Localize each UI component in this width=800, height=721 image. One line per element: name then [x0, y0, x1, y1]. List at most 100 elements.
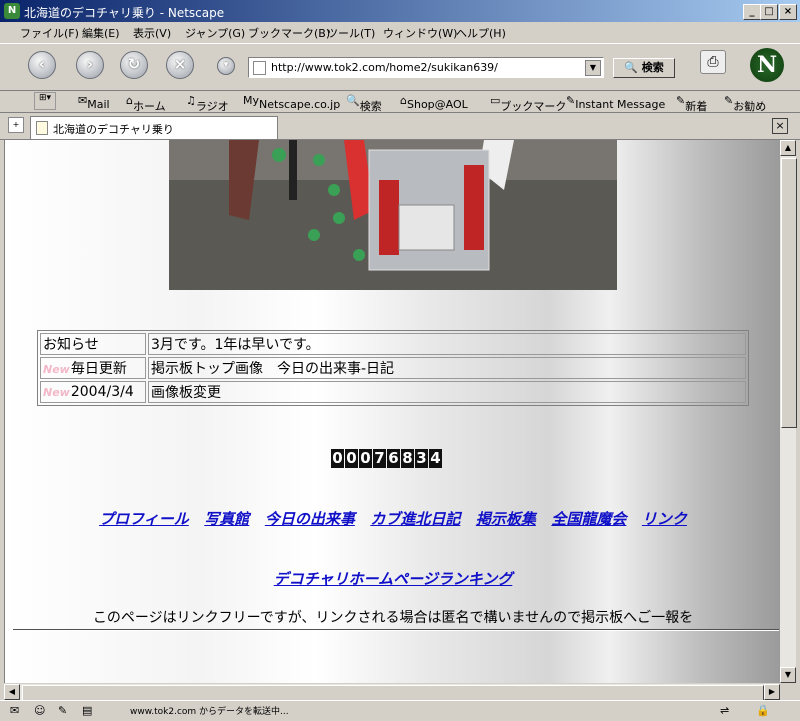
im-label: Instant Message: [575, 98, 666, 111]
search-bm-label: 検索: [359, 100, 382, 113]
divider: [13, 629, 779, 631]
mail-label: Mail: [87, 98, 110, 111]
notice-label: お知らせ: [40, 333, 146, 355]
bookmark-folder-label: ブックマーク: [500, 100, 567, 113]
back-icon[interactable]: ‹: [28, 51, 56, 79]
status-bar: ✉ ☺ ✎ ▤ ⇌ 🔒: [0, 700, 800, 721]
home-tab-icon[interactable]: ⊞▾: [34, 92, 56, 110]
url-dropdown-icon[interactable]: ▼: [585, 60, 601, 76]
bookmark-folder[interactable]: ▭ ブックマーク: [490, 94, 566, 113]
notice-table: お知らせ 3月です。1年は早いです。 New毎日更新 掲示板トップ画像 今日の出…: [37, 330, 749, 406]
menu-go[interactable]: ジャンプ(G): [185, 25, 245, 41]
notice-label: 毎日更新: [70, 361, 127, 377]
scroll-left-icon[interactable]: ◀: [4, 684, 20, 700]
link-bbs-collection[interactable]: 掲示板集: [476, 510, 536, 528]
forward-icon[interactable]: ›: [76, 51, 104, 79]
ranking-link[interactable]: デコチャリホームページランキング: [5, 568, 781, 589]
stop-icon[interactable]: ×: [166, 51, 194, 79]
scroll-right-icon[interactable]: ▶: [764, 684, 780, 700]
counter-digit: 7: [373, 449, 386, 468]
bookmark-instant-message[interactable]: ✎ Instant Message: [566, 94, 665, 111]
counter-digit: 0: [359, 449, 372, 468]
address-book-status-icon[interactable]: ▤: [82, 704, 92, 717]
counter-digit: 3: [415, 449, 428, 468]
url-bar[interactable]: http://www.tok2.com/home2/sukikan639/ ▼: [248, 57, 604, 78]
messenger-status-icon[interactable]: ☺: [34, 704, 45, 717]
scroll-up-icon[interactable]: ▲: [780, 140, 796, 156]
table-row: New2004/3/4 画像板変更: [40, 381, 746, 403]
notice-label: 2004/3/4: [70, 384, 134, 400]
security-lock-icon[interactable]: 🔒: [756, 704, 770, 717]
netscape-logo[interactable]: N: [750, 48, 784, 82]
search-icon: 🔍: [624, 61, 638, 74]
access-counter[interactable]: 00076834: [331, 449, 443, 469]
counter-digit: 8: [401, 449, 414, 468]
bookmark-netscape[interactable]: My Netscape.co.jp: [243, 94, 340, 111]
footer-text: このページはリンクフリーですが、リンクされる場合は匿名で構いませんので掲示板へご…: [92, 610, 694, 626]
maximize-button[interactable]: □: [760, 4, 778, 20]
new-badge-icon: New: [43, 363, 70, 376]
netscape-label: Netscape.co.jp: [259, 98, 341, 111]
new-tab-icon[interactable]: +: [8, 117, 24, 133]
scroll-down-icon[interactable]: ▼: [780, 667, 796, 683]
bookmark-new[interactable]: ✎ 新着: [676, 94, 707, 113]
link-today-events[interactable]: 今日の出来事: [265, 510, 355, 528]
netscape-app-icon: N: [4, 3, 20, 19]
menu-window[interactable]: ウィンドウ(W): [383, 25, 457, 41]
horizontal-scroll-thumb[interactable]: [22, 685, 764, 701]
menu-tools[interactable]: ツール(T): [327, 25, 375, 41]
table-row: お知らせ 3月です。1年は早いです。: [40, 333, 746, 355]
counter-digit: 6: [387, 449, 400, 468]
composer-status-icon[interactable]: ✎: [58, 704, 67, 717]
tab-title: 北海道のデコチャリ乗り: [53, 123, 174, 136]
menu-edit[interactable]: 編集(E): [82, 25, 120, 41]
bookmark-home[interactable]: ⌂ ホーム: [126, 94, 166, 113]
link-photo-gallery[interactable]: 写真館: [204, 510, 249, 528]
new-badge-icon: New: [43, 386, 70, 399]
site-nav-links: プロフィール 写真館 今日の出来事 カブ進北日記 掲示板集 全国龍魔会 リンク: [5, 508, 781, 529]
bookmark-mail[interactable]: ✉ Mail: [78, 94, 110, 111]
new-label: 新着: [685, 100, 708, 113]
decochari-photo: [169, 140, 617, 290]
bookmark-recommend[interactable]: ✎ お勧め: [724, 94, 766, 113]
menu-bookmarks[interactable]: ブックマーク(B): [248, 25, 330, 41]
status-text: www.tok2.com からデータを転送中...: [130, 707, 289, 717]
menu-bar: ファイル(F) 編集(E) 表示(V) ジャンプ(G) ブックマーク(B) ツー…: [0, 22, 800, 42]
close-tab-icon[interactable]: ×: [772, 118, 788, 134]
table-row: New毎日更新 掲示板トップ画像 今日の出来事-日記: [40, 357, 746, 379]
online-status-icon: ⇌: [720, 704, 730, 717]
title-bar: N 北海道のデコチャリ乗り - Netscape _ □ ×: [0, 0, 800, 22]
page-icon: [36, 121, 48, 135]
menu-view[interactable]: 表示(V): [133, 25, 171, 41]
reload-icon[interactable]: ↻: [120, 51, 148, 79]
bookmark-radio[interactable]: ♫ ラジオ: [186, 94, 229, 113]
notice-text: 画像板変更: [148, 381, 746, 403]
window-title: 北海道のデコチャリ乗り - Netscape: [24, 6, 225, 20]
url-text[interactable]: http://www.tok2.com/home2/sukikan639/: [271, 61, 498, 74]
menu-help[interactable]: ヘルプ(H): [456, 25, 506, 41]
link-links[interactable]: リンク: [642, 510, 687, 528]
home-label: ホーム: [132, 100, 166, 113]
close-button[interactable]: ×: [779, 4, 797, 20]
counter-digit: 4: [429, 449, 442, 468]
bookmark-search[interactable]: 🔍 検索: [346, 94, 382, 113]
link-cub-diary[interactable]: カブ進北日記: [370, 510, 460, 528]
radio-label: ラジオ: [195, 100, 229, 113]
search-button[interactable]: 🔍 検索: [613, 58, 675, 78]
page-icon: [253, 61, 266, 75]
link-profile[interactable]: プロフィール: [99, 510, 189, 528]
history-dropdown-icon[interactable]: ▾: [217, 57, 235, 75]
print-icon[interactable]: ⎙: [700, 50, 726, 74]
vertical-scroll-thumb[interactable]: [781, 158, 797, 428]
counter-digit: 0: [345, 449, 358, 468]
counter-digit: 0: [331, 449, 344, 468]
link-national-club[interactable]: 全国龍魔会: [551, 510, 626, 528]
notice-text: 3月です。1年は早いです。: [148, 333, 746, 355]
personal-toolbar: ⊞▾ ✉ Mail ⌂ ホーム ♫ ラジオ My Netscape.co.jp …: [0, 90, 800, 113]
search-label: 検索: [641, 61, 664, 74]
menu-file[interactable]: ファイル(F): [20, 25, 79, 41]
mail-status-icon[interactable]: ✉: [10, 704, 19, 717]
tab-active[interactable]: 北海道のデコチャリ乗り: [30, 116, 278, 139]
bookmark-shop[interactable]: ⌂ Shop@AOL: [400, 94, 468, 111]
minimize-button[interactable]: _: [743, 4, 761, 20]
